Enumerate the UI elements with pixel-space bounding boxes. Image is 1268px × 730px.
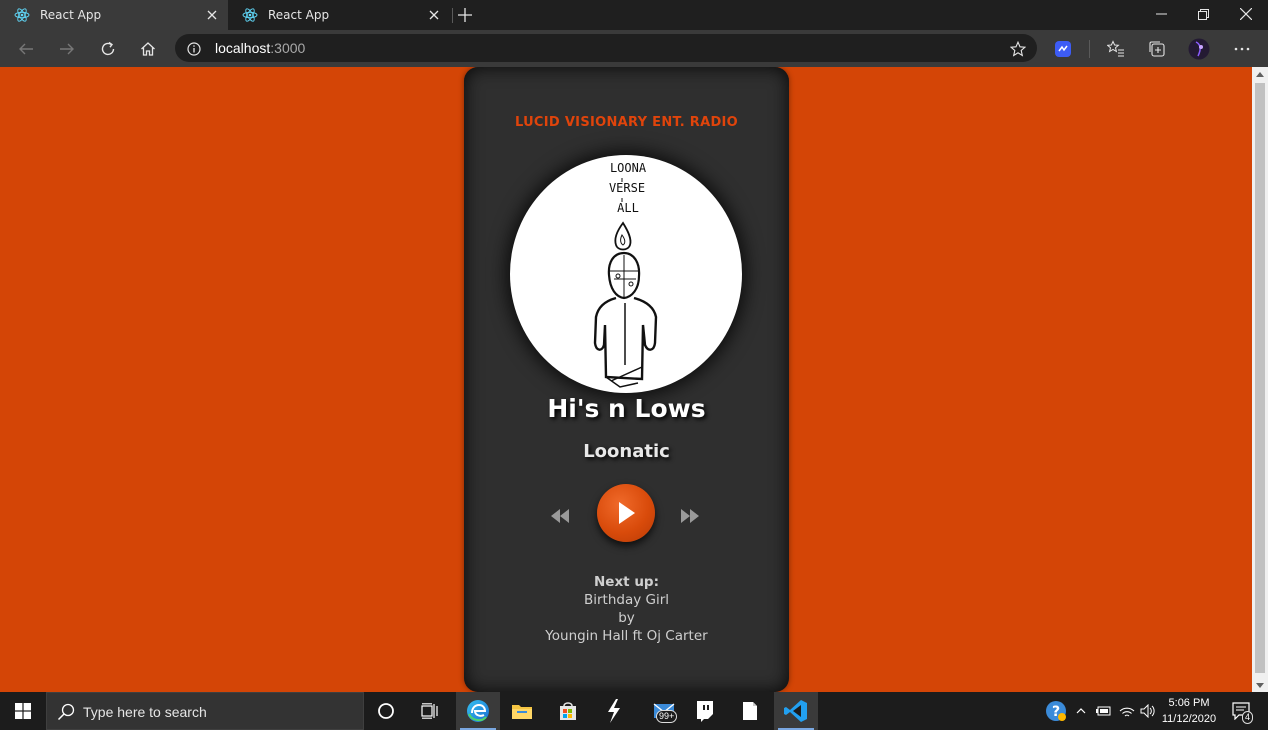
taskbar-notepad[interactable] <box>728 692 772 730</box>
home-button[interactable] <box>133 34 163 64</box>
close-window-button[interactable] <box>1225 0 1267 28</box>
toolbar-divider <box>1089 40 1090 58</box>
favorite-star-icon[interactable] <box>1008 39 1028 59</box>
start-button[interactable] <box>0 692 46 730</box>
taskbar-app-bolt[interactable] <box>592 692 636 730</box>
next-up-by: by <box>618 610 635 626</box>
extension-icon[interactable] <box>1051 37 1075 61</box>
cortana-icon <box>378 703 394 719</box>
store-icon <box>560 702 576 720</box>
rewind-icon <box>551 509 569 523</box>
taskbar-edge[interactable] <box>456 692 500 730</box>
new-tab-button[interactable] <box>454 5 476 25</box>
play-button[interactable] <box>597 484 655 542</box>
tab-separator <box>452 8 453 23</box>
battery-icon[interactable] <box>1093 692 1113 730</box>
tab-react-app-1[interactable]: React App <box>0 0 228 30</box>
close-icon[interactable] <box>204 7 220 23</box>
collections-icon[interactable] <box>1145 37 1169 61</box>
mail-badge: 99+ <box>656 710 678 723</box>
url-text[interactable]: localhost:3000 <box>215 40 305 56</box>
info-icon[interactable] <box>186 41 202 57</box>
next-up-heading: Next up: <box>594 574 659 590</box>
twitch-icon <box>697 701 713 722</box>
url-port: :3000 <box>270 40 306 56</box>
scroll-down-arrow-icon[interactable] <box>1252 678 1268 692</box>
artwork-text-1: LOONA <box>610 161 647 175</box>
taskbar-store[interactable] <box>546 692 590 730</box>
tab-strip: React App React App <box>0 0 1268 30</box>
radio-player-card: LUCID VISIONARY ENT. RADIO LOONA VERSE A… <box>464 67 789 692</box>
next-up-section: Next up: Birthday Girl by Youngin Hall f… <box>464 573 789 645</box>
taskbar-mail[interactable]: 99+ <box>642 692 686 730</box>
notification-count-badge: 4 <box>1242 711 1254 724</box>
loona-verse-all-artwork: LOONA VERSE ALL <box>593 161 658 388</box>
profile-avatar[interactable] <box>1187 37 1211 61</box>
previous-track-button[interactable] <box>550 507 570 525</box>
back-button[interactable] <box>11 34 41 64</box>
station-title: LUCID VISIONARY ENT. RADIO <box>514 115 739 130</box>
search-placeholder: Type here to search <box>83 704 207 720</box>
artwork-text-2: VERSE <box>609 181 645 195</box>
action-center-button[interactable]: 4 <box>1226 692 1256 730</box>
tab-react-app-2[interactable]: React App <box>228 0 450 30</box>
next-track-button[interactable] <box>678 507 702 525</box>
vertical-scrollbar[interactable] <box>1252 67 1268 692</box>
tab-title: React App <box>268 8 330 22</box>
folder-icon <box>512 705 532 719</box>
volume-icon[interactable] <box>1138 692 1158 730</box>
minimize-button[interactable] <box>1140 0 1182 28</box>
wifi-icon[interactable] <box>1117 692 1137 730</box>
next-up-artist: Youngin Hall ft Oj Carter <box>545 628 708 644</box>
taskbar-search-box[interactable]: Type here to search <box>46 692 364 730</box>
taskbar-file-explorer[interactable] <box>500 692 544 730</box>
page-viewport: LUCID VISIONARY ENT. RADIO LOONA VERSE A… <box>0 67 1252 692</box>
show-hidden-icons-chevron-icon[interactable] <box>1072 692 1090 730</box>
tab-title: React App <box>40 8 102 22</box>
taskbar-vscode[interactable] <box>774 692 818 730</box>
artist-name: Loonatic <box>583 441 670 462</box>
taskbar-twitch[interactable] <box>683 692 727 730</box>
close-icon[interactable] <box>426 7 442 23</box>
play-icon <box>619 502 635 524</box>
fast-forward-icon <box>681 509 699 523</box>
task-view-icon <box>421 703 438 719</box>
react-icon <box>14 7 30 23</box>
cortana-button[interactable] <box>364 692 408 730</box>
windows-logo-icon <box>15 703 31 719</box>
search-icon <box>57 703 75 721</box>
url-host: localhost <box>215 40 271 56</box>
artwork-text-3: ALL <box>617 201 639 215</box>
more-menu-icon[interactable] <box>1230 37 1254 61</box>
restore-button[interactable] <box>1182 0 1224 28</box>
forward-button[interactable] <box>52 34 82 64</box>
song-title: Hi's n Lows <box>547 394 706 423</box>
vscode-icon <box>784 700 807 722</box>
task-view-button[interactable] <box>408 692 452 730</box>
next-up-title: Birthday Girl <box>583 592 670 608</box>
help-tray-icon[interactable]: ? <box>1044 692 1068 730</box>
scroll-up-arrow-icon[interactable] <box>1252 67 1268 81</box>
document-icon <box>743 702 757 720</box>
windows-taskbar: Type here to search 99+ ? 5:06 PM 11/12/… <box>0 692 1268 730</box>
album-artwork: LOONA VERSE ALL <box>510 155 742 393</box>
scrollbar-thumb[interactable] <box>1255 83 1265 673</box>
taskbar-clock[interactable]: 5:06 PM 11/12/2020 <box>1158 695 1220 727</box>
lightning-icon <box>608 699 620 723</box>
edge-icon <box>467 700 489 722</box>
clock-time: 5:06 PM <box>1168 697 1210 709</box>
favorites-icon[interactable] <box>1104 37 1128 61</box>
react-icon <box>242 7 258 23</box>
clock-date: 11/12/2020 <box>1161 713 1217 725</box>
refresh-button[interactable] <box>93 34 123 64</box>
